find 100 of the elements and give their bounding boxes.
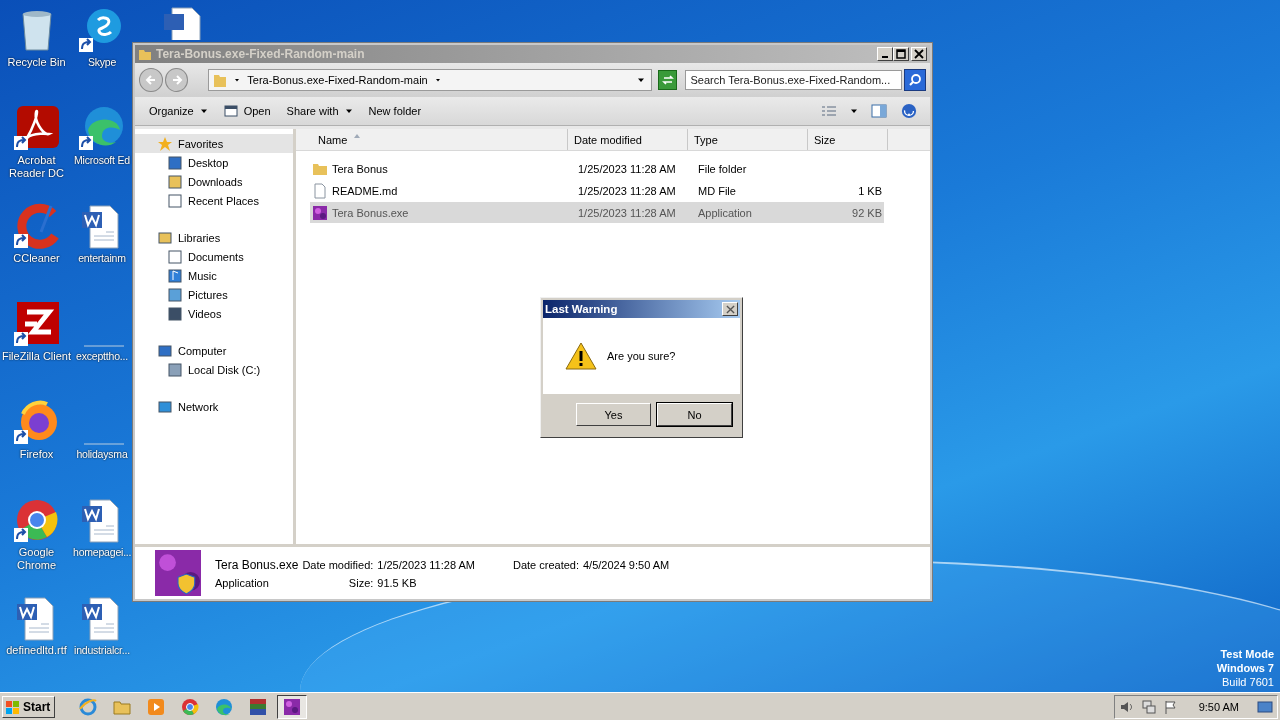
type-cell-text: File folder xyxy=(697,162,748,175)
type-cell-text: MD File xyxy=(697,184,737,197)
nav-item[interactable]: Downloads xyxy=(135,172,293,191)
nav-item[interactable]: Videos xyxy=(135,304,293,323)
close-icon xyxy=(725,304,735,314)
preview-pane-icon[interactable] xyxy=(870,103,888,119)
search-icon xyxy=(908,73,923,87)
refresh-button[interactable] xyxy=(657,70,678,90)
file-row[interactable]: Tera Bonus 1/25/2023 11:28 AM File folder xyxy=(310,158,884,179)
detail-label: Size: xyxy=(347,576,374,589)
nav-item[interactable]: Libraries xyxy=(135,228,293,247)
toolbar-button[interactable]: Organize xyxy=(143,103,214,119)
search-field[interactable]: Search Tera-Bonus.exe-Fixed-Random... xyxy=(685,70,903,90)
dialog-button[interactable]: No xyxy=(657,403,732,426)
desktop-icon-label: CCleaner xyxy=(12,252,61,265)
desktop-icon-label: definedltd.rtf xyxy=(5,644,68,657)
app-shortcut-icon[interactable] xyxy=(78,104,126,152)
show-desktop-icon[interactable] xyxy=(1257,698,1273,715)
forward-arrow-icon xyxy=(170,74,183,86)
column-header[interactable]: Date modified xyxy=(568,129,688,150)
maximize-icon xyxy=(896,49,906,59)
taskbar-app-button[interactable] xyxy=(277,694,308,719)
caret-icon xyxy=(199,107,208,115)
detail-value: 4/5/2024 9:50 AM xyxy=(583,558,670,571)
app-icon xyxy=(180,696,201,717)
desktop-icon-label: industrialcr... xyxy=(73,644,131,657)
dialog-message: Are you sure? xyxy=(607,350,676,362)
address-bar[interactable]: Tera-Bonus.exe-Fixed-Random-main xyxy=(208,69,652,91)
toolbar-button[interactable]: Share with xyxy=(280,103,359,119)
network-icon[interactable] xyxy=(1140,698,1157,715)
desktop-icon-label: homepagei... xyxy=(73,546,131,559)
file-row[interactable]: Tera Bonus.exe 1/25/2023 11:28 AM Application 92 KB xyxy=(310,202,884,223)
size-cell-text: 92 KB xyxy=(851,206,882,219)
app-shortcut-icon[interactable] xyxy=(12,104,61,152)
nav-item[interactable]: Network xyxy=(135,397,293,416)
app-icon xyxy=(214,696,235,717)
date-cell-text: 1/25/2023 11:28 AM xyxy=(577,206,677,219)
caret-icon xyxy=(433,76,442,84)
flag-icon[interactable] xyxy=(1162,698,1179,715)
type-cell-text: Application xyxy=(697,206,753,219)
desktop-icon-label: holidaysma xyxy=(75,448,129,461)
desktop-icon-label: Microsoft Ed xyxy=(73,154,131,167)
nav-item[interactable]: Recent Places xyxy=(135,191,293,210)
start-button[interactable]: Start xyxy=(2,695,56,718)
window-title: Tera-Bonus.exe-Fixed-Random-main xyxy=(156,47,366,61)
toolbar-button[interactable]: New folder xyxy=(362,103,428,119)
file-name: README.md xyxy=(332,184,398,197)
file-row[interactable]: README.md 1/25/2023 11:28 AM MD File 1 KB xyxy=(310,180,884,201)
desktop-icon-label: Google Chrome xyxy=(15,546,58,572)
minimize-button[interactable] xyxy=(877,47,893,61)
caret-icon[interactable] xyxy=(850,107,858,115)
close-icon xyxy=(914,49,924,59)
detail-value: 1/25/2023 11:28 AM xyxy=(377,558,475,571)
desktop-icon-label: excepttho... xyxy=(75,350,129,363)
test-mode-text: Test Mode xyxy=(1220,647,1274,661)
minimize-icon xyxy=(882,56,888,58)
caret-icon xyxy=(344,107,353,115)
app-icon xyxy=(282,696,303,717)
file-name: Tera Bonus.exe xyxy=(215,557,299,572)
file-name: Tera Bonus xyxy=(332,162,388,175)
clock[interactable]: 9:50 AM xyxy=(1198,700,1239,713)
app-thumbnail-icon xyxy=(155,550,201,596)
desktop-icon-label: entertainm xyxy=(77,252,127,265)
close-button[interactable] xyxy=(722,302,738,316)
search-button[interactable] xyxy=(904,69,926,91)
windows-logo-icon xyxy=(5,698,21,715)
back-button[interactable] xyxy=(139,68,163,92)
desktop-icon-label: Firefox xyxy=(18,448,55,461)
size-cell-text: 1 KB xyxy=(857,184,882,197)
app-icon xyxy=(248,696,269,717)
column-header[interactable]: Type xyxy=(688,129,808,150)
toolbar-button[interactable]: Open xyxy=(217,102,277,120)
maximize-button[interactable] xyxy=(893,47,909,61)
close-button[interactable] xyxy=(911,47,927,61)
desktop-icon-label: FileZilla Client xyxy=(0,350,73,363)
date-cell-text: 1/25/2023 11:28 AM xyxy=(577,184,677,197)
column-header[interactable]: Size xyxy=(808,129,888,150)
file-type: Application xyxy=(215,576,270,589)
nav-item[interactable]: Favorites xyxy=(135,134,293,153)
caret-icon xyxy=(233,76,242,84)
column-header[interactable]: Name xyxy=(296,129,568,150)
detail-value: 91.5 KB xyxy=(377,576,418,589)
nav-item[interactable]: Pictures xyxy=(135,285,293,304)
nav-item[interactable]: Local Disk (C:) xyxy=(135,360,293,379)
test-mode-text: Windows 7 xyxy=(1216,661,1274,675)
dropdown-icon[interactable] xyxy=(636,76,645,84)
nav-item[interactable]: Computer xyxy=(135,341,293,360)
refresh-icon xyxy=(660,74,675,86)
forward-button[interactable] xyxy=(164,68,189,92)
dialog-button[interactable]: Yes xyxy=(576,403,651,426)
nav-item[interactable]: Desktop xyxy=(135,153,293,172)
nav-item[interactable]: Music xyxy=(135,266,293,285)
nav-item[interactable]: Documents xyxy=(135,247,293,266)
app-icon xyxy=(78,696,99,717)
desktop-icon-label: Recycle Bin xyxy=(6,56,67,69)
date-cell-text: 1/25/2023 11:28 AM xyxy=(577,162,677,175)
app-shortcut-icon[interactable] xyxy=(12,202,61,250)
address-path: Tera-Bonus.exe-Fixed-Random-main xyxy=(247,74,428,86)
app-shortcut-icon[interactable] xyxy=(12,300,61,348)
back-arrow-icon xyxy=(144,74,157,86)
